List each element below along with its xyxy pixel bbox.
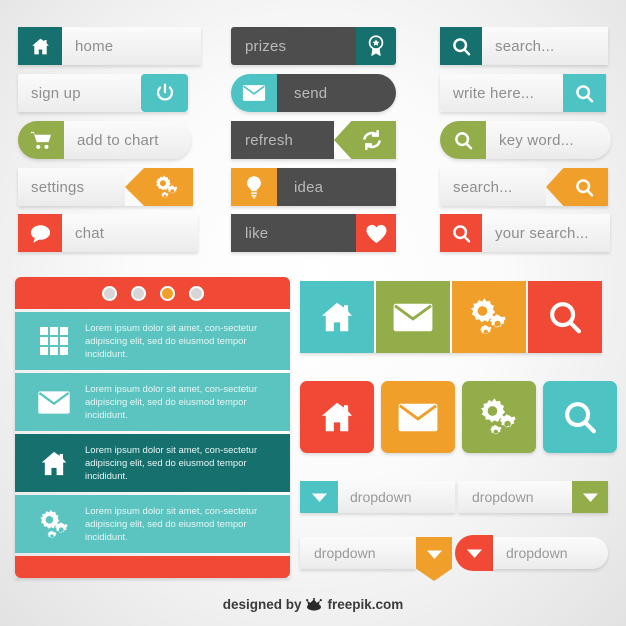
pager-dot[interactable] [101,285,117,301]
button-chat-label: chat [62,214,198,252]
icon-tile-row-square [300,281,602,353]
tile-search[interactable] [543,381,617,453]
search-field-2-value: write here... [440,74,563,112]
button-prizes[interactable]: prizes [231,27,396,65]
chevron-down-icon[interactable] [300,481,338,513]
button-settings-label: settings [18,168,125,206]
button-like-label: like [231,214,356,252]
search-icon [563,74,606,112]
accordion-row[interactable]: Lorem ipsum dolor sit amet, con-sectetur… [15,495,290,553]
dropdown-1[interactable]: dropdown [300,481,455,513]
dropdown-4[interactable]: dropdown [455,535,608,571]
bulb-icon [231,168,277,206]
button-settings[interactable]: settings [18,168,193,206]
footer-brand: freepik.com [327,597,404,612]
search-icon [440,121,486,159]
freepik-crown-icon [306,598,323,611]
chevron-down-icon[interactable] [572,481,608,513]
button-sign-up-label: sign up [18,74,141,112]
refresh-icon [334,121,396,159]
search-field-3-value: key word... [486,121,611,159]
pager-dot-active[interactable] [159,285,175,301]
search-field-4[interactable]: search... [440,168,608,206]
gears-icon [23,508,85,541]
search-field-5[interactable]: your search... [440,214,610,252]
gears-icon [125,168,193,206]
accordion-row-text: Lorem ipsum dolor sit amet, con-sectetur… [85,444,258,482]
button-refresh[interactable]: refresh [231,121,396,159]
search-field-4-value: search... [440,168,546,206]
accordion-row-text: Lorem ipsum dolor sit amet, con-sectetur… [85,322,258,360]
mail-icon [23,390,85,415]
button-idea-label: idea [277,168,396,206]
tile-settings[interactable] [452,281,526,353]
button-add-to-chart[interactable]: add to chart [18,121,191,159]
accordion-row-text: Lorem ipsum dolor sit amet, con-sectetur… [85,383,258,421]
pager-dot[interactable] [188,285,204,301]
dropdown-3-label: dropdown [300,537,416,569]
ui-kit-canvas: home sign up add to chart settings chat … [0,0,626,626]
dropdown-3[interactable]: dropdown [300,537,452,581]
button-prizes-label: prizes [231,27,356,65]
button-refresh-label: refresh [231,121,334,159]
accordion-row-text: Lorem ipsum dolor sit amet, con-sectetur… [85,505,258,543]
dropdown-2-label: dropdown [458,481,572,513]
search-field-3[interactable]: key word... [440,121,611,159]
search-field-1-value: search... [482,27,608,65]
accordion-row-active[interactable]: Lorem ipsum dolor sit amet, con-sectetur… [15,434,290,492]
chevron-down-icon[interactable] [416,537,452,581]
cart-icon [18,121,64,159]
button-chat[interactable]: chat [18,214,198,252]
button-sign-up[interactable]: sign up [18,74,188,112]
home-icon [18,27,62,65]
button-home[interactable]: home [18,27,201,65]
tile-settings[interactable] [462,381,536,453]
button-like[interactable]: like [231,214,396,252]
accordion-footer [15,556,290,578]
footer-credit: designed by freepik.com [0,597,626,612]
accordion-header [15,277,290,309]
search-field-2[interactable]: write here... [440,74,606,112]
button-send-label: send [277,74,396,112]
button-home-label: home [62,27,201,65]
pager-dot[interactable] [130,285,146,301]
mail-icon [231,74,277,112]
dropdown-2[interactable]: dropdown [458,481,608,513]
award-icon [356,27,396,65]
accordion-row[interactable]: Lorem ipsum dolor sit amet, con-sectetur… [15,373,290,431]
accordion-row[interactable]: Lorem ipsum dolor sit amet, con-sectetur… [15,312,290,370]
icon-tile-row-rounded [300,381,617,453]
tile-search[interactable] [528,281,602,353]
search-field-1[interactable]: search... [440,27,608,65]
accordion-panel: Lorem ipsum dolor sit amet, con-sectetur… [15,277,290,578]
search-icon [546,168,608,206]
search-field-5-value: your search... [482,214,610,252]
footer-prefix: designed by [222,597,302,612]
tile-mail[interactable] [376,281,450,353]
home-icon [23,448,85,479]
search-icon [440,214,482,252]
search-icon [440,27,482,65]
button-add-to-chart-label: add to chart [64,121,191,159]
button-send[interactable]: send [231,74,396,112]
tile-home[interactable] [300,381,374,453]
chevron-down-icon[interactable] [455,535,493,571]
dropdown-1-label: dropdown [338,481,455,513]
dropdown-4-label: dropdown [493,537,608,569]
tile-home[interactable] [300,281,374,353]
grid-icon [23,326,85,356]
chat-icon [18,214,62,252]
heart-icon [356,214,396,252]
power-icon [141,74,188,112]
button-idea[interactable]: idea [231,168,396,206]
tile-mail[interactable] [381,381,455,453]
